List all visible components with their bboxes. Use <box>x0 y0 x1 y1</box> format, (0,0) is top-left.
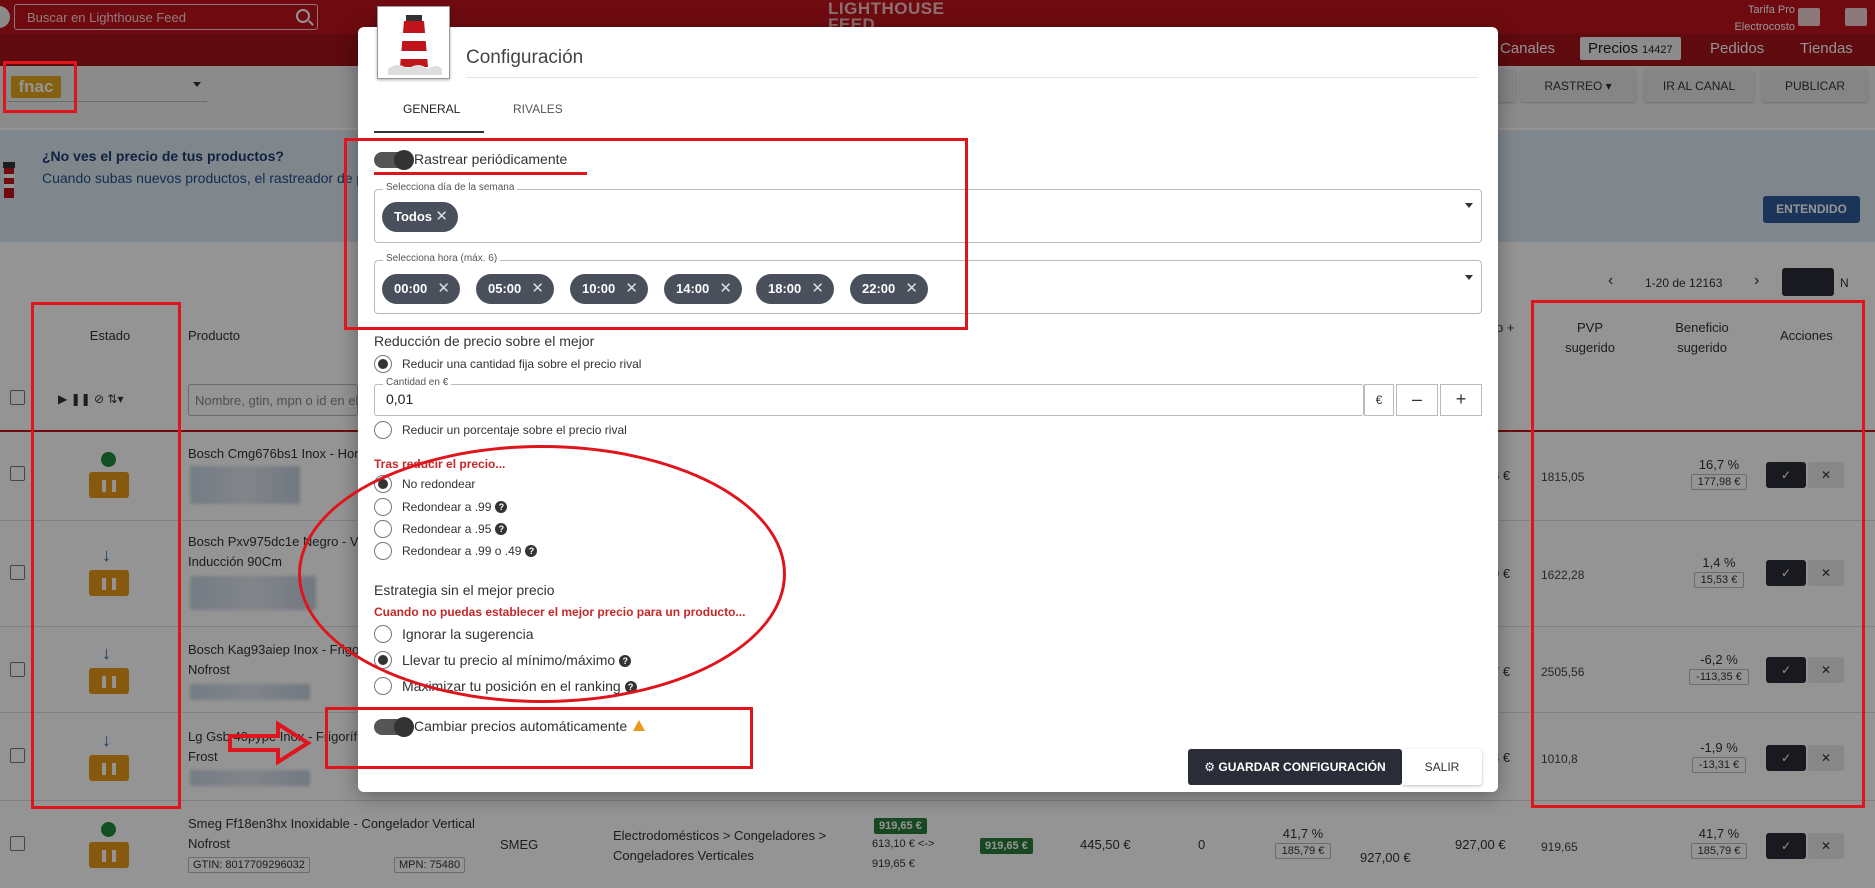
hours-dropdown-caret-icon[interactable] <box>1465 275 1473 280</box>
lighthouse-logo <box>377 6 450 79</box>
annotation-tracking-box <box>344 138 968 330</box>
title-divider <box>466 77 1478 78</box>
days-dropdown-caret-icon[interactable] <box>1465 203 1473 208</box>
increment-button[interactable]: + <box>1440 384 1482 416</box>
annotation-arrow-icon <box>226 718 312 771</box>
amount-unit: € <box>1364 384 1394 416</box>
annotation-auto-change-box <box>325 707 753 769</box>
amount-value[interactable]: 0,01 <box>386 391 413 407</box>
radio-reduce-fixed[interactable] <box>374 355 392 373</box>
save-config-button[interactable]: ⚙ GUARDAR CONFIGURACIÓN <box>1188 749 1402 785</box>
amount-legend: Cantidad en € <box>383 377 452 388</box>
annotation-track-underline <box>374 172 587 175</box>
tab-general[interactable]: GENERAL <box>403 102 460 116</box>
decrement-button[interactable]: – <box>1396 384 1438 416</box>
reduce-fixed-label: Reducir una cantidad fija sobre el preci… <box>402 357 642 371</box>
radio-reduce-percent[interactable] <box>374 421 392 439</box>
exit-button[interactable]: SALIR <box>1402 749 1482 785</box>
annotation-store-box <box>3 61 77 113</box>
reduction-title: Reducción de precio sobre el mejor <box>374 333 595 349</box>
annotation-rounding-ellipse <box>298 445 786 703</box>
annotation-actions-box <box>1531 300 1865 808</box>
modal-title: Configuración <box>466 47 584 68</box>
radio-ranking[interactable] <box>374 677 392 695</box>
amount-field[interactable] <box>374 384 1364 416</box>
reduce-percent-label: Reducir un porcentaje sobre el precio ri… <box>402 423 627 437</box>
annotation-estado-box <box>31 302 181 809</box>
save-config-label: GUARDAR CONFIGURACIÓN <box>1218 760 1386 774</box>
tab-rivales[interactable]: RIVALES <box>513 102 563 116</box>
tab-underline <box>374 131 484 133</box>
